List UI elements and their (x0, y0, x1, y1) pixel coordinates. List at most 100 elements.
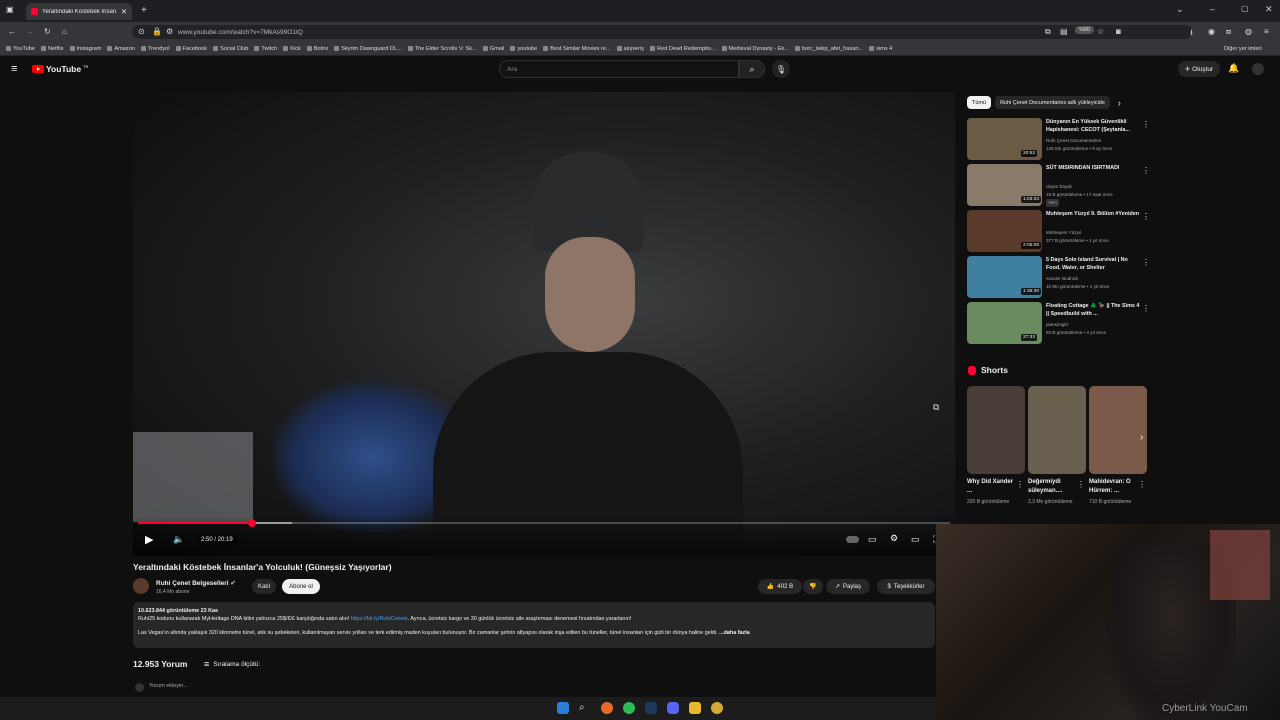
rec-channel[interactable]: Xander Budnick (1046, 275, 1078, 283)
short-more-icon[interactable]: ⋮ (1016, 480, 1024, 489)
firefox-icon[interactable] (601, 702, 613, 714)
short-title[interactable]: Why Did Xander ... (967, 478, 1015, 496)
bookmark-item[interactable]: Twitch (254, 46, 277, 52)
bookmark-item[interactable]: sims 4 (869, 46, 892, 52)
youtube-logo[interactable]: YouTube TR (32, 64, 88, 74)
bookmark-item[interactable]: alışveriş (616, 46, 644, 52)
bookmark-item[interactable]: Medieval Dynasty - Ek... (721, 46, 789, 52)
minimize-icon[interactable]: – (1210, 4, 1215, 14)
progress-bar[interactable] (138, 519, 950, 527)
search-input[interactable]: Ara (499, 60, 739, 78)
bookmark-item[interactable]: Netflix (40, 46, 64, 52)
profile-icon[interactable]: ◍ (1245, 27, 1252, 36)
more-options-icon[interactable]: ⋮ (1142, 212, 1150, 221)
bookmark-item[interactable]: Gmail (482, 46, 504, 52)
bookmark-item[interactable]: Skyrim Dawnguard DL... (334, 46, 402, 52)
user-avatar[interactable] (1252, 63, 1264, 75)
puzzle-icon[interactable]: ⧈ (1226, 27, 1231, 37)
share-button[interactable]: ↗ Paylaş (826, 579, 870, 594)
bookmark-item[interactable]: Facebook (175, 46, 207, 52)
recommended-video[interactable]: 1:36:30 5 Days Solo Island Survival | No … (967, 256, 1157, 298)
hamburger-menu-icon[interactable]: ≡ (11, 63, 17, 75)
tab-search-icon[interactable]: ⌄ (1176, 4, 1184, 15)
maximize-icon[interactable]: ▢ (1241, 4, 1249, 13)
start-windows-icon[interactable] (557, 702, 569, 714)
rec-title[interactable]: SÜT MISIRINDAN ISIRTMADI (1046, 165, 1142, 173)
browser-tab[interactable]: Yeraltındaki Köstebek İnsan... ✕ (26, 3, 132, 20)
bookmark-item[interactable]: youtube (510, 46, 537, 52)
search-button[interactable]: ⌕ (739, 60, 765, 78)
rec-channel[interactable]: plansimgirl (1046, 321, 1068, 329)
notifications-bell-icon[interactable]: 🔔 (1228, 63, 1239, 74)
bookmark-item[interactable]: Best Similar Movies re... (543, 46, 611, 52)
short-thumbnail[interactable] (967, 386, 1025, 474)
add-comment-input[interactable]: Yorum ekleyin... (149, 683, 188, 689)
steam-icon[interactable] (645, 702, 657, 714)
miniplayer-icon[interactable]: ⧉ (933, 402, 939, 413)
rec-title[interactable]: Floating Cottage 🌲 🦆 || The Sims 4 || Sp… (1046, 303, 1142, 318)
subtitles-icon[interactable]: ▭ (868, 534, 877, 545)
voice-search-button[interactable]: 🎙 (772, 60, 790, 78)
picture-icon[interactable]: ▤ (1060, 27, 1068, 36)
sort-button[interactable]: ≡ Sıralama ölçütü: (204, 659, 260, 669)
back-icon[interactable]: ← (8, 27, 16, 36)
app-icon[interactable] (711, 702, 723, 714)
rec-channel[interactable]: okşan böyük (1046, 183, 1072, 191)
recommended-video[interactable]: 1:03:34 SÜT MISIRINDAN ISIRTMADI okşan böy… (967, 164, 1157, 207)
chip-all[interactable]: Tümü (967, 96, 992, 109)
forward-icon[interactable]: → (26, 27, 34, 36)
more-options-icon[interactable]: ⋮ (1142, 304, 1150, 313)
more-options-icon[interactable]: ⋮ (1142, 258, 1150, 267)
show-more-link[interactable]: ...daha fazla (719, 630, 750, 636)
more-options-icon[interactable]: ⋮ (1142, 120, 1150, 129)
discord-icon[interactable] (667, 702, 679, 714)
play-icon[interactable]: ▶ (145, 533, 153, 546)
short-title[interactable]: Değermiydi süleyman.... (1028, 478, 1076, 496)
recommended-video[interactable]: 2:05:08 Muhteşem Yüzyıl 9. Bölüm #Yeniden… (967, 210, 1157, 252)
home-icon[interactable]: ⌂ (62, 27, 67, 36)
zoom-level[interactable]: %80 (1075, 26, 1095, 34)
chip-channel[interactable]: Ruhi Çenet Documentaries adlı yükleyicid… (995, 96, 1110, 109)
channel-name[interactable]: Ruhi Çenet Belgeselleri ✔ (156, 579, 236, 587)
bookmark-item[interactable]: Kick (283, 46, 301, 52)
url-bar[interactable]: www.youtube.com/watch?v=7MkAs99O1tQ (132, 25, 1192, 39)
join-button[interactable]: Katıl (252, 579, 276, 594)
taskbar-search-icon[interactable]: ⌕ (579, 702, 591, 714)
short-more-icon[interactable]: ⋮ (1077, 480, 1085, 489)
like-button[interactable]: 👍 402 B (758, 579, 802, 594)
tab-close-icon[interactable]: ✕ (121, 8, 127, 16)
other-bookmarks[interactable]: Diğer yer imleri (1224, 46, 1262, 52)
thanks-button[interactable]: $ Teşekkürler (877, 579, 935, 594)
bookmark-item[interactable]: Amazon (107, 46, 135, 52)
bookmark-item[interactable]: Red Dead Redemptio... (650, 46, 716, 52)
shorts-next-icon[interactable]: › (1140, 432, 1143, 443)
browser-menu-icon[interactable]: ≡ (1264, 27, 1269, 36)
rec-channel[interactable]: Ruhi Çenet Documentaries (1046, 137, 1101, 145)
extension-icon[interactable]: ◉ (1208, 27, 1215, 36)
dislike-button[interactable]: 👎 (803, 579, 823, 594)
new-tab-icon[interactable]: + (141, 5, 147, 16)
volume-icon[interactable]: 🔈 (173, 534, 184, 545)
download-icon[interactable]: ⭳ (1190, 27, 1193, 41)
bookmark-item[interactable]: The Elder Scrolls V: Sk... (407, 46, 477, 52)
short-more-icon[interactable]: ⋮ (1138, 480, 1146, 489)
bookmark-star-icon[interactable]: ☆ (1097, 27, 1104, 36)
close-window-icon[interactable]: ✕ (1265, 4, 1273, 15)
bookmark-item[interactable]: Botrix (306, 46, 328, 52)
tune-icon[interactable]: ⚙ (166, 27, 173, 36)
description-box[interactable]: 10.623.844 görüntüleme 23 Kas Ruhi25 kod… (133, 602, 935, 648)
scrubber-handle[interactable] (247, 519, 256, 527)
site-info-icon[interactable]: ⊙ (138, 27, 145, 36)
rec-title[interactable]: Dünyanın En Yüksek Güvenlikli Hapishanes… (1046, 119, 1142, 134)
desc-link[interactable]: https://bit.ly/RuhiCenetz (351, 616, 408, 622)
autoplay-toggle[interactable] (846, 536, 859, 543)
bookmark-item[interactable]: YouTube (6, 46, 35, 52)
tab-menu-icon[interactable]: ▣ (6, 5, 14, 14)
whatsapp-icon[interactable] (623, 702, 635, 714)
settings-gear-icon[interactable]: ⚙ (890, 533, 898, 544)
short-thumbnail[interactable] (1028, 386, 1086, 474)
recommended-video[interactable]: 27:33 Floating Cottage 🌲 🦆 || The Sims 4 … (967, 302, 1157, 344)
reload-icon[interactable]: ↻ (44, 27, 51, 36)
recommended-video[interactable]: 20:52 Dünyanın En Yüksek Güvenlikli Hapis… (967, 118, 1157, 160)
rec-channel[interactable]: Muhteşem Yüzyıl (1046, 229, 1081, 237)
